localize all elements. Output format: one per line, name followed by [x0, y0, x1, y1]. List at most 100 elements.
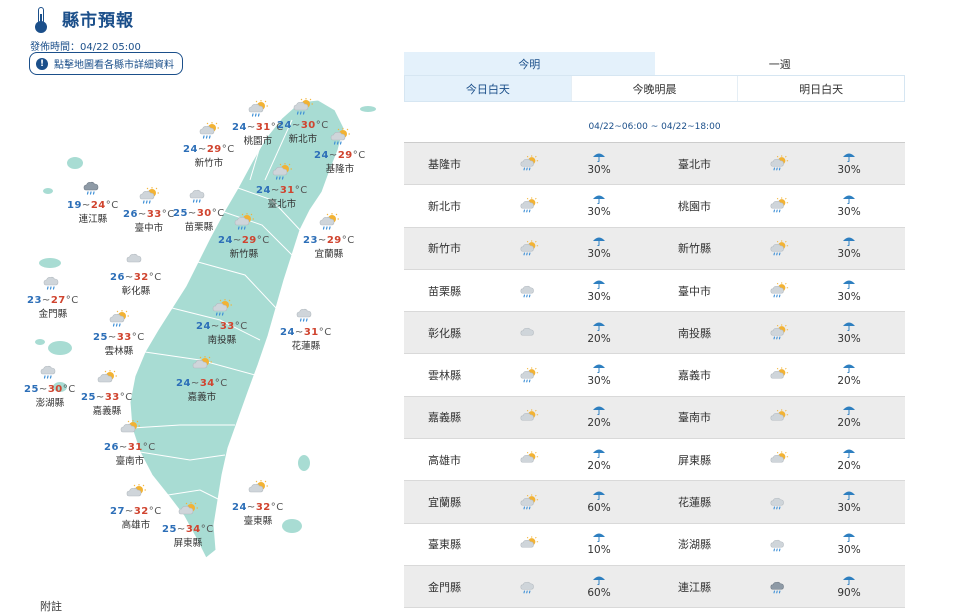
county-name[interactable]: 高雄市: [404, 439, 514, 480]
umbrella-icon: [593, 449, 605, 458]
weather-icon: [514, 354, 544, 395]
city-label-taoyuan[interactable]: 24~31°C 桃園市: [232, 100, 284, 147]
temp-unit: °C: [148, 506, 162, 517]
tab-today-day[interactable]: 今日白天: [405, 76, 571, 101]
umbrella-icon: [843, 406, 855, 416]
tab-tonight[interactable]: 今晚明晨: [570, 76, 738, 101]
county-name[interactable]: 臺東縣: [404, 524, 514, 565]
footnote-heading: 附註: [40, 600, 62, 613]
weather-icon: [314, 128, 366, 150]
rain-probability: 30%: [544, 228, 654, 269]
umbrella-icon: [843, 280, 855, 289]
city-label-chiayicity[interactable]: 24~34°C 嘉義市: [176, 356, 228, 403]
umbrella-icon: [843, 195, 855, 204]
county-name[interactable]: 嘉義市: [654, 354, 764, 395]
taiwan-map[interactable]: 24~31°C 桃園市 24~30°C 新北市 24~29°C 基隆市 24~29°C 新竹市…: [0, 80, 400, 580]
city-label-tainan[interactable]: 26~31°C 臺南市: [104, 420, 156, 467]
city-label-yunlin[interactable]: 25~33°C 雲林縣: [93, 310, 145, 357]
low-temp: 26: [110, 272, 125, 283]
rain-probability: 20%: [794, 354, 904, 395]
city-temperature: 25~34°C: [162, 524, 214, 535]
city-label-keelung[interactable]: 24~29°C 基隆市: [314, 128, 366, 175]
county-name[interactable]: 基隆市: [404, 143, 514, 184]
city-label-hsinchucounty[interactable]: 24~29°C 新竹縣: [218, 213, 270, 260]
rain-probability-value: 30%: [837, 290, 861, 303]
weather-icon: [514, 143, 544, 184]
rain-probability-value: 30%: [837, 544, 861, 557]
city-label-pingtung[interactable]: 25~34°C 屏東縣: [162, 502, 214, 549]
city-label-hualien[interactable]: 24~31°C 花蓮縣: [280, 305, 332, 352]
umbrella-icon: [843, 237, 855, 247]
county-name[interactable]: 金門縣: [404, 566, 514, 607]
umbrella-icon: [843, 364, 855, 374]
city-temperature: 24~29°C: [218, 235, 270, 246]
county-name[interactable]: 桃園市: [654, 185, 764, 226]
weather-icon: [110, 484, 162, 506]
low-temp: 19: [67, 200, 82, 211]
city-label-taitung[interactable]: 24~32°C 臺東縣: [232, 480, 284, 527]
temp-unit: °C: [221, 144, 235, 155]
low-temp: 25: [173, 208, 188, 219]
rain-probability: 20%: [794, 439, 904, 480]
high-temp: 33: [146, 209, 162, 220]
county-name[interactable]: 臺南市: [654, 397, 764, 438]
city-label-kinmen[interactable]: 23~27°C 金門縣: [27, 273, 79, 320]
city-name: 臺東縣: [243, 516, 273, 527]
county-name[interactable]: 雲林縣: [404, 354, 514, 395]
city-temperature: 19~24°C: [67, 200, 119, 211]
temp-unit: °C: [214, 378, 228, 389]
city-label-nantou[interactable]: 24~33°C 南投縣: [196, 299, 248, 346]
county-name[interactable]: 新北市: [404, 185, 514, 226]
county-name[interactable]: 臺北市: [654, 143, 764, 184]
county-name[interactable]: 南投縣: [654, 312, 764, 353]
low-temp: 24: [232, 502, 247, 513]
city-label-miaoli[interactable]: 25~30°C 苗栗縣: [173, 186, 225, 233]
city-label-kaohsiung[interactable]: 27~32°C 高雄市: [110, 484, 162, 531]
county-name[interactable]: 花蓮縣: [654, 481, 764, 522]
map-detail-button[interactable]: ! 點擊地圖看各縣市詳細資料: [29, 52, 183, 75]
county-name[interactable]: 嘉義縣: [404, 397, 514, 438]
county-name[interactable]: 苗栗縣: [404, 270, 514, 311]
weather-icon: [764, 566, 794, 607]
city-label-taichung[interactable]: 26~33°C 臺中市: [123, 187, 175, 234]
tab-tomorrow-day[interactable]: 明日白天: [737, 76, 904, 101]
city-label-penghu[interactable]: 25~30°C 澎湖縣: [24, 362, 76, 409]
tab-week[interactable]: 一週: [654, 52, 905, 76]
county-name[interactable]: 宜蘭縣: [404, 481, 514, 522]
umbrella-icon: [843, 153, 855, 162]
table-row: 基隆市 30% 臺北市 30%: [404, 143, 905, 186]
low-temp: 24: [256, 185, 271, 196]
rain-probability-value: 30%: [587, 375, 611, 388]
tab-today-tomorrow[interactable]: 今明: [404, 52, 655, 76]
city-name: 連江縣: [78, 214, 108, 225]
county-name[interactable]: 連江縣: [654, 566, 764, 607]
city-temperature: 25~30°C: [24, 384, 76, 395]
rain-probability-value: 10%: [587, 544, 611, 557]
county-name[interactable]: 澎湖縣: [654, 524, 764, 565]
table-row: 金門縣 60% 連江縣 90%: [404, 565, 905, 609]
umbrella-icon: [593, 364, 605, 374]
city-label-yilan[interactable]: 23~29°C 宜蘭縣: [303, 213, 355, 260]
temp-unit: °C: [270, 502, 284, 513]
city-temperature: 24~33°C: [196, 321, 248, 332]
county-name[interactable]: 彰化縣: [404, 312, 514, 353]
weather-icon: [232, 100, 284, 122]
city-label-lienchiang[interactable]: 19~24°C 連江縣: [67, 178, 119, 225]
county-name[interactable]: 臺中市: [654, 270, 764, 311]
city-temperature: 26~32°C: [110, 272, 162, 283]
city-label-changhua[interactable]: 26~32°C 彰化縣: [110, 250, 162, 297]
weather-icon: [514, 439, 544, 480]
county-name[interactable]: 屏東縣: [654, 439, 764, 480]
county-name[interactable]: 新竹市: [404, 228, 514, 269]
city-label-hsinchucity[interactable]: 24~29°C 新竹市: [183, 122, 235, 169]
temp-unit: °C: [131, 332, 145, 343]
county-name[interactable]: 新竹縣: [654, 228, 764, 269]
rain-probability: 30%: [794, 270, 904, 311]
city-temperature: 27~32°C: [110, 506, 162, 517]
city-name: 臺中市: [134, 223, 164, 234]
temp-unit: °C: [119, 392, 133, 403]
high-temp: 24: [90, 200, 106, 211]
city-label-chiayicounty[interactable]: 25~33°C 嘉義縣: [81, 370, 133, 417]
city-label-taipei[interactable]: 24~31°C 臺北市: [256, 163, 308, 210]
city-temperature: 24~31°C: [232, 122, 284, 133]
